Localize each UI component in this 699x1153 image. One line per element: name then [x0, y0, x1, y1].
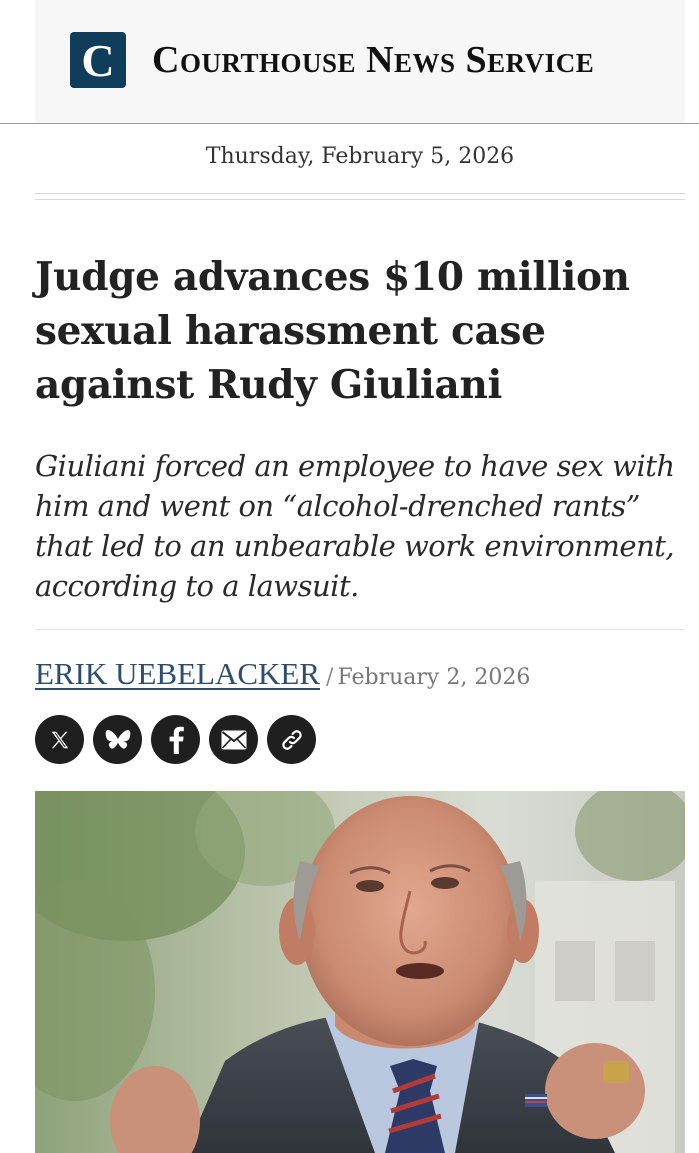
- bluesky-butterfly-icon: [105, 729, 130, 749]
- facebook-share-button[interactable]: [151, 715, 200, 764]
- site-logo-icon[interactable]: C: [70, 32, 126, 88]
- author-link[interactable]: ERIK UEBELACKER: [35, 656, 320, 691]
- envelope-icon: [221, 730, 246, 749]
- header-divider: [0, 123, 699, 124]
- site-name[interactable]: Courthouse News Service: [152, 38, 594, 82]
- byline-separator: /: [326, 665, 334, 690]
- deck-divider: [35, 629, 685, 630]
- article-photo: [35, 791, 685, 1153]
- svg-text:C: C: [81, 35, 114, 86]
- current-date: Thursday, February 5, 2026: [205, 144, 515, 169]
- email-share-button[interactable]: [209, 715, 258, 764]
- article-deck: Giuliani forced an employee to have sex …: [35, 449, 675, 603]
- byline: ERIK UEBELACKER / February 2, 2026: [35, 656, 530, 692]
- date-divider-top: [35, 193, 685, 194]
- facebook-icon: [169, 726, 184, 754]
- date-divider-bottom: [35, 199, 685, 200]
- copy-link-button[interactable]: [267, 715, 316, 764]
- publish-date: February 2, 2026: [337, 665, 531, 690]
- x-icon: [51, 731, 68, 748]
- share-buttons: [35, 715, 316, 764]
- masthead: C Courthouse News Service: [35, 0, 685, 123]
- article-headline: Judge advances $10 million sexual harass…: [35, 254, 630, 408]
- bluesky-share-button[interactable]: [93, 715, 142, 764]
- x-share-button[interactable]: [35, 715, 84, 764]
- link-icon: [281, 729, 302, 750]
